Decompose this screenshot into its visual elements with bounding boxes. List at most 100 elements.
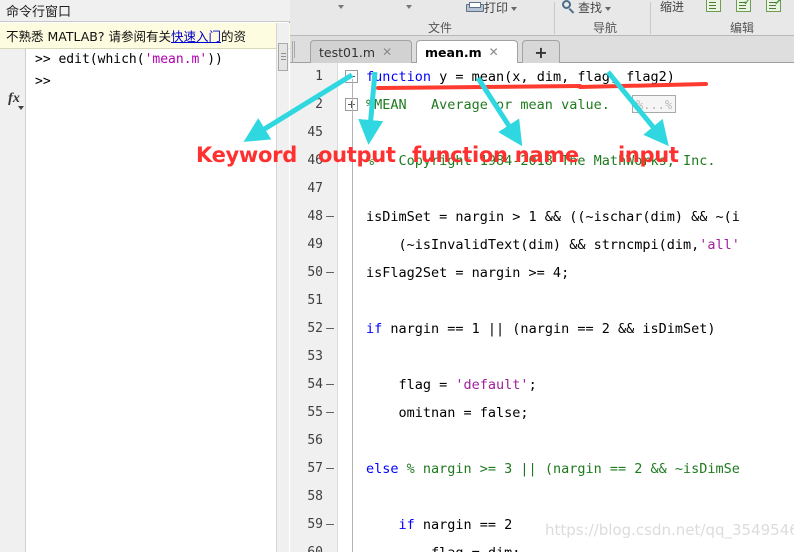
tabbar-grip[interactable]: [292, 41, 297, 75]
code-token: ;: [528, 377, 537, 393]
fx-glyph: fx: [8, 91, 20, 106]
uncomment-button[interactable]: ↗: [766, 0, 781, 14]
command-window-output[interactable]: >> edit(which('mean.m')) >>: [27, 49, 290, 552]
code-token: flag =: [366, 377, 456, 393]
breakpoint-dash[interactable]: —: [326, 203, 334, 231]
banner-suffix: 的资: [220, 29, 246, 44]
editor-tabbar: test01.m ✕ mean.m ✕ +: [290, 36, 794, 75]
collapsed-comment-marker[interactable]: %...%: [632, 95, 677, 113]
comment-icon: ✓: [736, 0, 751, 12]
scrollbar-grip: [281, 53, 286, 54]
line-number-row: 59—: [290, 511, 337, 539]
code-token: %MEAN Average or mean value.: [366, 97, 610, 113]
code-row[interactable]: [366, 483, 794, 511]
command-code-1: edit(which(: [58, 52, 145, 67]
code-row[interactable]: [366, 119, 794, 147]
indent-button[interactable]: 缩进: [660, 0, 684, 15]
breakpoint-dash[interactable]: —: [326, 399, 334, 427]
code-row[interactable]: isDimSet = nargin > 1 && ((~ischar(dim) …: [366, 203, 794, 231]
code-row[interactable]: %MEAN Average or mean value.%...%: [366, 91, 794, 119]
code-token: if: [366, 321, 383, 337]
code-row[interactable]: % Copyright 1984-2018 The MathWorks, Inc…: [366, 147, 794, 175]
code-row[interactable]: omitnan = false;: [366, 399, 794, 427]
code-token: isDimSet = nargin > 1 && ((~ischar(dim) …: [366, 209, 740, 225]
line-number: 60: [307, 539, 323, 552]
line-number-row: 60—: [290, 539, 337, 552]
line-number-row: 47: [290, 175, 337, 203]
code-row[interactable]: [366, 343, 794, 371]
code-row[interactable]: flag = 'default';: [366, 371, 794, 399]
tab-test01[interactable]: test01.m ✕: [310, 40, 412, 63]
line-number-row: 52—: [290, 315, 337, 343]
line-number-row: 58: [290, 483, 337, 511]
banner-prefix: 不熟悉 MATLAB? 请参阅有关: [6, 29, 171, 44]
find-label: 查找: [578, 0, 603, 15]
command-line-2: >>: [27, 71, 290, 93]
ribbon-separator: [650, 2, 651, 34]
fx-icon[interactable]: fx: [2, 88, 26, 110]
comment-button[interactable]: ✓: [736, 0, 751, 14]
line-number-row: 54—: [290, 371, 337, 399]
chevron-down-icon[interactable]: [406, 5, 412, 9]
breakpoint-dash[interactable]: —: [326, 259, 334, 287]
plus-icon: +: [534, 42, 548, 62]
line-number-row: 55—: [290, 399, 337, 427]
line-number-gutter: 1245464748—4950—5152—5354—55—5657—5859—6…: [290, 63, 338, 552]
print-label: 打印: [484, 0, 509, 15]
code-row[interactable]: [366, 287, 794, 315]
breakpoint-dash[interactable]: —: [326, 455, 334, 483]
code-row[interactable]: else % nargin >= 3 || (nargin == 2 && ~i…: [366, 455, 794, 483]
command-window-scrollbar[interactable]: [276, 23, 289, 552]
code-token: if: [366, 517, 415, 533]
quickstart-link[interactable]: 快速入门: [171, 29, 221, 44]
code-row[interactable]: flag = dim;: [366, 539, 794, 552]
chevron-down-icon[interactable]: [338, 5, 344, 9]
line-number: 2: [315, 97, 323, 112]
line-number-row: 57—: [290, 455, 337, 483]
magnifier-icon: [562, 0, 576, 14]
line-number-row: 2: [290, 91, 337, 119]
line-number: 51: [307, 293, 323, 308]
code-text-column[interactable]: function y = mean(x, dim, flag, flag2) %M…: [366, 63, 794, 552]
close-icon[interactable]: ✕: [489, 45, 499, 59]
uncomment-icon: ↗: [766, 0, 781, 12]
tab-mean[interactable]: mean.m ✕: [416, 40, 518, 63]
code-row[interactable]: function y = mean(x, dim, flag, flag2): [366, 63, 794, 91]
code-text: (~isInvalidText(dim) && strncmpi(dim,'al…: [366, 231, 740, 259]
code-row[interactable]: (~isInvalidText(dim) && strncmpi(dim,'al…: [366, 231, 794, 259]
new-tab-button[interactable]: +: [522, 40, 560, 63]
code-row[interactable]: isFlag2Set = nargin >= 4;: [366, 259, 794, 287]
breakpoint-dash[interactable]: —: [326, 315, 334, 343]
breakpoint-dash[interactable]: —: [326, 539, 334, 552]
line-number: 55: [307, 405, 323, 420]
code-row[interactable]: [366, 175, 794, 203]
line-number: 48: [307, 209, 323, 224]
line-number-row: 50—: [290, 259, 337, 287]
print-button[interactable]: 打印: [466, 0, 518, 16]
ribbon-group-file: 文件: [427, 21, 452, 35]
code-editor-area[interactable]: 1245464748—4950—5152—5354—55—5657—5859—6…: [290, 63, 794, 552]
command-line-1: >> edit(which('mean.m')): [27, 49, 290, 71]
code-row[interactable]: [366, 427, 794, 455]
code-text: %MEAN Average or mean value.: [366, 91, 610, 119]
scrollbar-thumb[interactable]: [278, 43, 288, 71]
command-tail-1: )): [207, 52, 223, 67]
code-token: nargin == 2: [414, 517, 513, 533]
code-text: function y = mean(x, dim, flag, flag2): [366, 63, 675, 91]
close-icon[interactable]: ✕: [382, 45, 392, 59]
breakpoint-dash[interactable]: —: [326, 371, 334, 399]
line-number: 49: [307, 237, 323, 252]
find-button[interactable]: 查找: [562, 0, 612, 16]
tab-label: test01.m: [319, 44, 376, 60]
smart-indent-button[interactable]: [706, 0, 721, 14]
code-token: % Copyright 1984-2018 The MathWorks, Inc…: [366, 153, 716, 169]
breakpoint-dash[interactable]: —: [326, 511, 334, 539]
chevron-down-icon[interactable]: [605, 7, 612, 11]
code-token: function: [366, 69, 432, 85]
command-window-gutter: fx: [0, 49, 26, 552]
line-number-row: 45: [290, 119, 337, 147]
code-row[interactable]: if nargin == 1 || (nargin == 2 && isDimS…: [366, 315, 794, 343]
smart-indent-icon: [706, 0, 721, 12]
function-fold-line: [352, 79, 353, 552]
chevron-down-icon[interactable]: [511, 7, 518, 11]
